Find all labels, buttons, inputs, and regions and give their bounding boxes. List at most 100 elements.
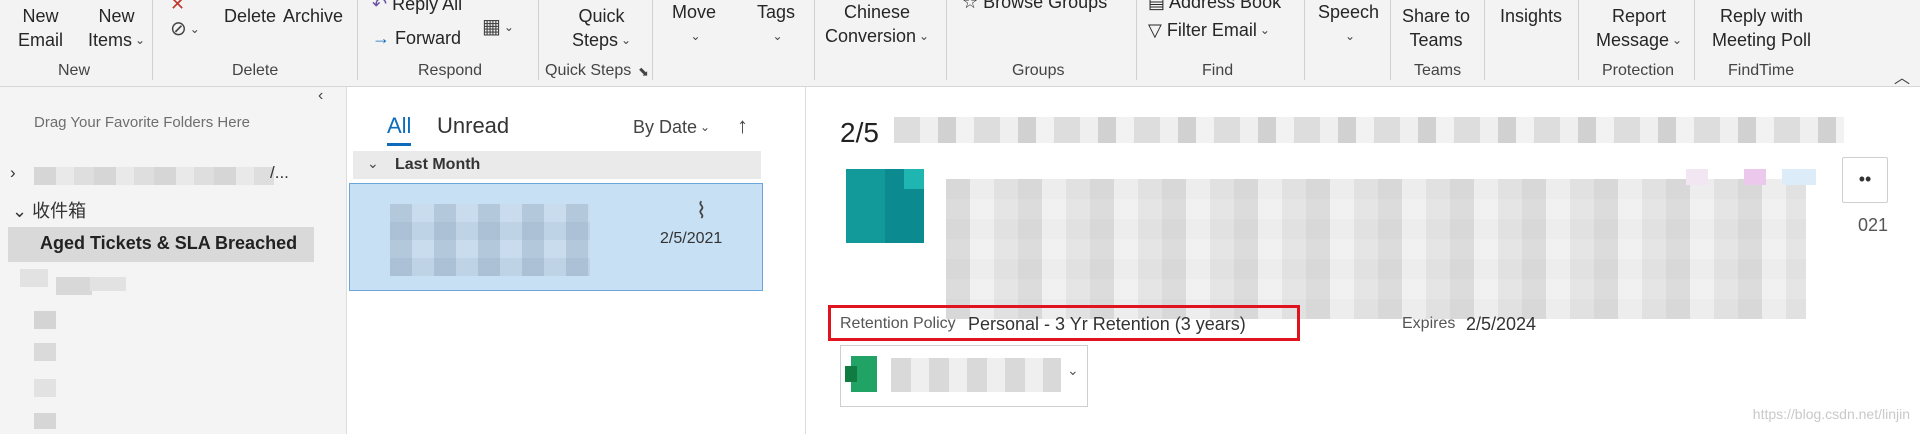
quick-steps-label-1: Quick bbox=[578, 6, 625, 26]
ribbon-divider bbox=[1390, 0, 1391, 80]
message-list: All Unread By Date ⌄ ↑ ⌄ Last Month ⌇ 2/5… bbox=[347, 87, 806, 434]
account-name-tail: /... bbox=[270, 163, 289, 182]
move-button[interactable]: Move ⌄ bbox=[672, 0, 716, 50]
chevron-down-icon: ⌄ bbox=[12, 201, 33, 221]
sender-avatar[interactable] bbox=[846, 169, 924, 243]
folder-item-redacted[interactable] bbox=[20, 269, 48, 287]
chinese-conversion-label-2: Conversion bbox=[825, 26, 917, 46]
new-items-label-1: New bbox=[98, 6, 135, 26]
attachment-card[interactable]: ⌄ bbox=[840, 345, 1088, 407]
chevron-down-icon: ⌄ bbox=[700, 120, 711, 134]
new-email-label-2: Email bbox=[18, 30, 64, 50]
tab-unread[interactable]: Unread bbox=[437, 113, 509, 139]
reply-all-icon: ↶ bbox=[372, 0, 393, 14]
tab-all-underline bbox=[387, 143, 411, 146]
ribbon: New Email New Items ⌄ New ✕ ⊘ ⌄ Delete Arc… bbox=[0, 0, 1920, 87]
browse-groups-label: Browse Groups bbox=[983, 0, 1108, 12]
quick-steps-label-2: Steps bbox=[572, 30, 619, 50]
folder-item-redacted[interactable] bbox=[34, 379, 56, 397]
more-actions-button[interactable]: •• bbox=[1842, 157, 1888, 203]
address-book-button[interactable]: ▤ Address Book bbox=[1148, 0, 1281, 14]
quick-steps-button[interactable]: Quick Steps ⌄ bbox=[572, 4, 631, 54]
report-message-label-2: Message bbox=[1596, 30, 1670, 50]
group-label-quick-steps: Quick Steps bbox=[545, 62, 632, 79]
ribbon-divider bbox=[538, 0, 539, 80]
ribbon-divider bbox=[652, 0, 653, 80]
new-email-label-1: New bbox=[22, 6, 59, 26]
reply-with-meeting-poll-button[interactable]: Reply with Meeting Poll bbox=[1712, 4, 1811, 52]
forward-button[interactable]: → Forward bbox=[372, 26, 461, 50]
category-chip[interactable] bbox=[1744, 169, 1766, 185]
sort-by-button[interactable]: By Date ⌄ bbox=[633, 117, 710, 138]
message-subject-redacted bbox=[894, 117, 1844, 143]
chevron-down-icon: ⌄ bbox=[772, 29, 783, 43]
folder-aged-tickets[interactable]: Aged Tickets & SLA Breached bbox=[8, 227, 314, 262]
reply-poll-label-1: Reply with bbox=[1720, 6, 1804, 26]
forward-icon: → bbox=[372, 28, 396, 48]
chevron-down-icon[interactable]: ⌄ bbox=[1067, 362, 1079, 379]
forward-label: Forward bbox=[395, 28, 462, 48]
chevron-down-icon: ⌄ bbox=[1259, 23, 1270, 37]
folder-item-redacted[interactable] bbox=[34, 413, 56, 429]
tags-button[interactable]: Tags ⌄ bbox=[757, 0, 795, 50]
account-name-redacted[interactable] bbox=[34, 167, 274, 185]
delete-button[interactable]: Delete bbox=[224, 4, 276, 28]
category-chip[interactable] bbox=[1686, 169, 1708, 185]
chevron-down-icon: ⌄ bbox=[1345, 29, 1356, 43]
new-email-button[interactable]: New Email bbox=[18, 4, 63, 52]
collapse-ribbon-icon[interactable]: ︿ bbox=[1894, 64, 1910, 88]
filter-email-button[interactable]: ▽ Filter Email ⌄ bbox=[1148, 18, 1270, 44]
group-label-findtime: FindTime bbox=[1728, 62, 1795, 79]
favorites-drop-hint: Drag Your Favorite Folders Here bbox=[34, 114, 250, 131]
ignore-icon[interactable]: ✕ bbox=[170, 0, 185, 15]
speech-button[interactable]: Speech ⌄ bbox=[1318, 0, 1379, 50]
address-book-label: Address Book bbox=[1169, 0, 1282, 12]
new-items-button[interactable]: New Items ⌄ bbox=[88, 4, 145, 54]
ellipsis-icon: •• bbox=[1858, 169, 1872, 189]
folder-item-redacted[interactable] bbox=[56, 277, 92, 295]
sort-direction-icon[interactable]: ↑ bbox=[737, 113, 748, 139]
meeting-icon[interactable]: ▦ ⌄ bbox=[482, 14, 514, 39]
cleanup-icon[interactable]: ⊘ ⌄ bbox=[170, 16, 200, 41]
ribbon-divider bbox=[357, 0, 358, 80]
insights-button[interactable]: Insights bbox=[1500, 4, 1562, 28]
folder-inbox[interactable]: ⌄ 收件箱 bbox=[12, 197, 86, 223]
attachment-icon: ⌇ bbox=[696, 198, 707, 223]
category-chip[interactable] bbox=[1782, 169, 1816, 185]
chevron-down-icon: ⌄ bbox=[1672, 33, 1683, 47]
dialog-launcher-icon[interactable]: ⬊ bbox=[638, 64, 649, 80]
report-message-label-1: Report bbox=[1612, 6, 1667, 26]
archive-button[interactable]: Archive bbox=[283, 4, 343, 28]
chinese-conversion-button[interactable]: Chinese Conversion ⌄ bbox=[825, 0, 929, 50]
ribbon-divider bbox=[1484, 0, 1485, 80]
message-item[interactable]: ⌇ 2/5/2021 bbox=[349, 183, 763, 291]
browse-groups-button[interactable]: ☆ Browse Groups bbox=[962, 0, 1107, 14]
tab-all[interactable]: All bbox=[387, 113, 411, 139]
share-to-teams-button[interactable]: Share to Teams bbox=[1402, 4, 1470, 52]
retention-policy-value: Personal - 3 Yr Retention (3 years) bbox=[968, 314, 1246, 334]
folder-item-redacted[interactable] bbox=[34, 343, 56, 361]
group-label-protection: Protection bbox=[1602, 62, 1675, 79]
reply-poll-label-2: Meeting Poll bbox=[1712, 30, 1812, 50]
report-message-button[interactable]: Report Message ⌄ bbox=[1596, 4, 1682, 54]
chevron-down-icon: ⌄ bbox=[621, 33, 632, 47]
reply-all-button[interactable]: ↶ Reply All bbox=[372, 0, 462, 16]
chevron-right-icon[interactable]: › bbox=[10, 163, 16, 183]
new-items-label-2: Items bbox=[88, 30, 133, 50]
folder-item-redacted[interactable] bbox=[90, 277, 126, 291]
filter-email-label: Filter Email bbox=[1166, 20, 1257, 40]
folder-aged-tickets-label: Aged Tickets & SLA Breached bbox=[40, 233, 298, 253]
collapse-folder-pane-icon[interactable]: ‹ bbox=[318, 87, 323, 105]
group-header-last-month[interactable]: ⌄ Last Month bbox=[353, 151, 761, 179]
reply-all-label: Reply All bbox=[392, 0, 463, 14]
message-date-tail: 021 bbox=[1858, 215, 1889, 235]
retention-policy-label: Retention Policy bbox=[840, 315, 956, 332]
message-header-redacted bbox=[946, 179, 1806, 319]
watermark: https://blog.csdn.net/linjin bbox=[1752, 406, 1910, 422]
tags-label: Tags bbox=[757, 2, 796, 22]
chinese-conversion-label-1: Chinese bbox=[844, 2, 911, 22]
group-icon: ☆ bbox=[962, 0, 984, 12]
folder-item-redacted[interactable] bbox=[34, 311, 56, 329]
group-label-delete: Delete bbox=[232, 62, 279, 79]
ribbon-divider bbox=[152, 0, 153, 80]
